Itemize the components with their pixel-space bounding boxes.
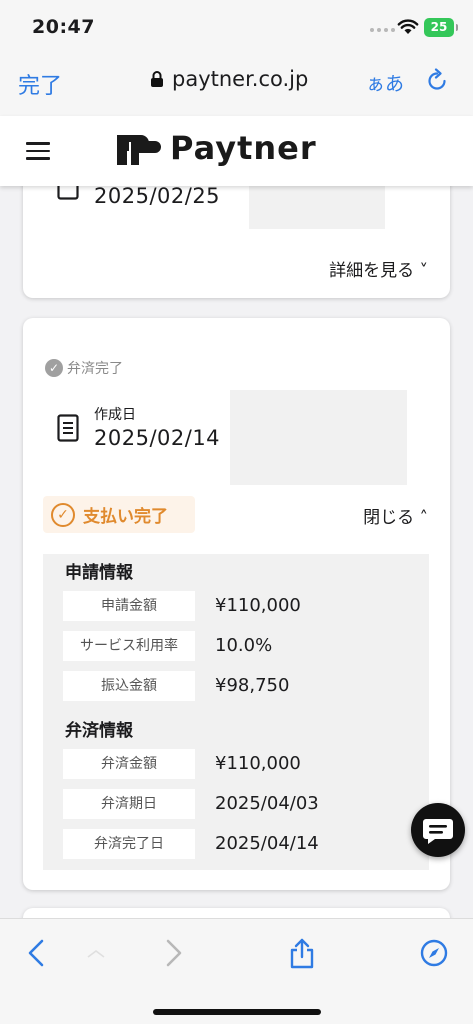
payment-status-badge: ✓ 支払い完了 xyxy=(43,496,195,533)
status-time: 20:47 xyxy=(32,16,95,38)
browser-toolbar xyxy=(0,918,473,1024)
url-text: paytner.co.jp xyxy=(172,67,309,91)
created-date: 2025/02/14 xyxy=(94,426,221,450)
details-panel: 申請情報 申請金額 ¥110,000 サービス利用率 10.0% 振込金額 ¥9… xyxy=(43,554,429,870)
redacted-area xyxy=(230,390,407,485)
row-value: ¥110,000 xyxy=(215,753,301,774)
row-label: 申請金額 xyxy=(63,591,195,621)
home-indicator xyxy=(153,1009,321,1015)
application-list[interactable]: 2025/02/25 詳細を見る ˅ ✓ 弁済完了 作成日 2025/02/14… xyxy=(0,186,473,918)
tab-overview-icon xyxy=(87,950,105,958)
created-label: 作成日 xyxy=(94,407,136,423)
row-label: 弁済金額 xyxy=(63,749,195,779)
document-icon xyxy=(57,414,79,442)
compass-icon[interactable] xyxy=(419,937,449,969)
row-value: ¥98,750 xyxy=(215,675,290,696)
paytner-logo-icon xyxy=(117,135,161,165)
row-label: 振込金額 xyxy=(63,671,195,701)
text-size-button[interactable]: ぁあ xyxy=(366,69,404,96)
url-field[interactable]: paytner.co.jp xyxy=(150,67,308,91)
check-circle-icon: ✓ xyxy=(45,359,63,377)
section-title: 弁済情報 xyxy=(65,721,133,741)
document-icon xyxy=(57,186,79,200)
payment-status-label: 支払い完了 xyxy=(83,507,168,527)
close-details-link[interactable]: 閉じる ˄ xyxy=(363,503,428,528)
row-label: 弁済期日 xyxy=(63,789,195,819)
application-card xyxy=(23,908,450,918)
application-card: ✓ 弁済完了 作成日 2025/02/14 ✓ 支払い完了 閉じる ˄ 申請情報… xyxy=(23,318,450,890)
share-icon[interactable] xyxy=(287,937,317,969)
lock-icon xyxy=(151,71,163,87)
status-badge-label: 弁済完了 xyxy=(67,361,123,377)
created-date: 2025/02/25 xyxy=(94,186,221,208)
show-details-link[interactable]: 詳細を見る ˅ xyxy=(329,256,428,281)
browser-address-bar: 完了 paytner.co.jp ぁあ xyxy=(0,50,473,116)
application-card: 2025/02/25 詳細を見る ˅ xyxy=(23,186,450,298)
chat-button[interactable] xyxy=(411,803,465,857)
wifi-icon xyxy=(397,19,419,34)
forward-icon[interactable] xyxy=(158,937,188,969)
row-value: 2025/04/03 xyxy=(215,793,319,814)
section-title: 申請情報 xyxy=(65,563,133,583)
battery-icon: 25 xyxy=(424,18,458,37)
reload-icon[interactable] xyxy=(424,68,450,94)
check-circle-icon: ✓ xyxy=(51,502,75,527)
chat-icon xyxy=(423,819,453,844)
site-header: Paytner xyxy=(0,116,473,186)
menu-icon[interactable] xyxy=(26,142,50,160)
back-icon[interactable] xyxy=(22,937,52,969)
row-value: ¥110,000 xyxy=(215,595,301,616)
row-value: 10.0% xyxy=(215,635,273,656)
row-label: 弁済完了日 xyxy=(63,829,195,859)
paytner-logo-text: Paytner xyxy=(170,129,317,167)
row-label: サービス利用率 xyxy=(63,631,195,661)
redacted-area xyxy=(249,186,385,229)
status-bar: 20:47 25 xyxy=(0,0,473,50)
signal-icon xyxy=(370,28,395,32)
status-badge: ✓ 弁済完了 xyxy=(45,358,123,378)
done-button[interactable]: 完了 xyxy=(18,68,62,100)
row-value: 2025/04/14 xyxy=(215,833,319,854)
